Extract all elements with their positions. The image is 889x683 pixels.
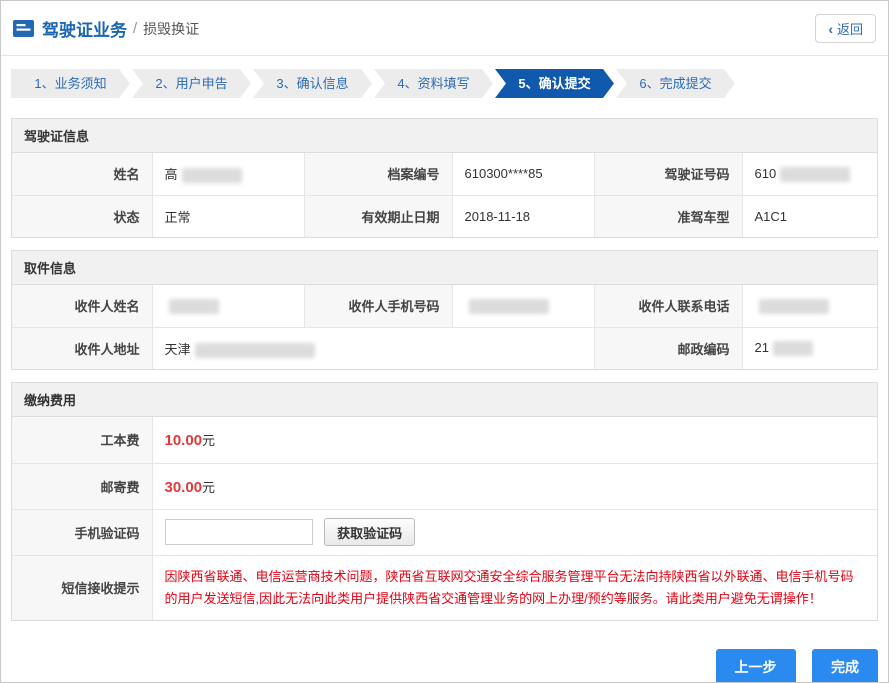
license-info-table: 姓名 高 档案编号 610300****85 驾驶证号码 610 状态 正常 有… xyxy=(12,153,877,237)
fees-table: 工本费 10.00元 邮寄费 30.00元 手机验证码 获取验证码 短信接收提 xyxy=(12,417,877,620)
back-chevron-icon: ‹ xyxy=(828,22,833,36)
fees-section-title: 缴纳费用 xyxy=(12,383,877,417)
address-value: 天津 xyxy=(152,327,594,369)
license-number-label: 驾驶证号码 xyxy=(594,153,742,195)
sms-code-label: 手机验证码 xyxy=(12,509,152,555)
step-4-fill-data[interactable]: 4、资料填写 xyxy=(374,69,493,98)
address-label: 收件人地址 xyxy=(12,327,152,369)
pickup-section-title: 取件信息 xyxy=(12,251,877,285)
table-row: 姓名 高 档案编号 610300****85 驾驶证号码 610 xyxy=(12,153,877,195)
table-row: 收件人地址 天津 邮政编码 21 xyxy=(12,327,877,369)
table-row: 收件人姓名 收件人手机号码 收件人联系电话 xyxy=(12,285,877,327)
finish-button[interactable]: 完成 xyxy=(812,649,878,683)
table-row: 短信接收提示 因陕西省联通、电信运营商技术问题，陕西省互联网交通安全综合服务管理… xyxy=(12,555,877,620)
back-button-label: 返回 xyxy=(837,19,863,38)
table-row: 状态 正常 有效期止日期 2018-11-18 准驾车型 A1C1 xyxy=(12,195,877,237)
sms-code-cell: 获取验证码 xyxy=(152,509,877,555)
previous-step-button[interactable]: 上一步 xyxy=(716,649,796,683)
recipient-name-value xyxy=(152,285,304,327)
step-3-confirm-info[interactable]: 3、确认信息 xyxy=(253,69,372,98)
postage-fee-label: 邮寄费 xyxy=(12,463,152,509)
page: 驾驶证业务 / 损毁换证 ‹ 返回 1、业务须知 2、用户申告 3、确认信息 4… xyxy=(0,0,889,683)
status-value: 正常 xyxy=(152,195,304,237)
redacted-blur xyxy=(195,343,315,358)
fees-section: 缴纳费用 工本费 10.00元 邮寄费 30.00元 手机验证码 获取验证码 xyxy=(11,382,878,621)
step-5-confirm-submit[interactable]: 5、确认提交 xyxy=(495,69,614,98)
breadcrumb-separator: / xyxy=(133,20,137,37)
breadcrumb-current: 损毁换证 xyxy=(143,19,199,39)
postcode-label: 邮政编码 xyxy=(594,327,742,369)
footer-actions: 上一步 完成 xyxy=(11,649,878,683)
recipient-name-label: 收件人姓名 xyxy=(12,285,152,327)
redacted-blur xyxy=(182,168,242,183)
step-navigation: 1、业务须知 2、用户申告 3、确认信息 4、资料填写 5、确认提交 6、完成提… xyxy=(11,69,878,98)
get-sms-code-button[interactable]: 获取验证码 xyxy=(324,518,415,546)
currency-unit: 元 xyxy=(202,433,215,448)
step-6-complete-submit[interactable]: 6、完成提交 xyxy=(616,69,735,98)
back-button[interactable]: ‹ 返回 xyxy=(815,14,876,43)
name-label: 姓名 xyxy=(12,153,152,195)
name-value: 高 xyxy=(152,153,304,195)
step-2-user-declaration[interactable]: 2、用户申告 xyxy=(132,69,251,98)
pickup-info-section: 取件信息 收件人姓名 收件人手机号码 收件人联系电话 收件人地址 天津 邮政编码… xyxy=(11,250,878,370)
sms-tip-label: 短信接收提示 xyxy=(12,555,152,620)
currency-unit: 元 xyxy=(202,480,215,495)
recipient-phone-value xyxy=(742,285,877,327)
step-1-business-notice[interactable]: 1、业务须知 xyxy=(11,69,130,98)
sms-tip-text: 因陕西省联通、电信运营商技术问题，陕西省互联网交通安全综合服务管理平台无法向持陕… xyxy=(165,556,865,620)
redacted-blur xyxy=(780,167,850,182)
production-fee-amount: 10.00 xyxy=(165,432,203,449)
recipient-mobile-label: 收件人手机号码 xyxy=(304,285,452,327)
table-row: 工本费 10.00元 xyxy=(12,417,877,463)
postage-fee-value: 30.00元 xyxy=(152,463,877,509)
recipient-phone-label: 收件人联系电话 xyxy=(594,285,742,327)
pickup-info-table: 收件人姓名 收件人手机号码 收件人联系电话 收件人地址 天津 邮政编码 21 xyxy=(12,285,877,369)
redacted-blur xyxy=(169,299,219,314)
license-business-icon xyxy=(13,20,34,37)
table-row: 手机验证码 获取验证码 xyxy=(12,509,877,555)
redacted-blur xyxy=(759,299,829,314)
redacted-blur xyxy=(773,341,813,356)
redacted-blur xyxy=(469,299,549,314)
page-title: 驾驶证业务 xyxy=(42,16,127,41)
recipient-mobile-value xyxy=(452,285,594,327)
license-section-title: 驾驶证信息 xyxy=(12,119,877,153)
file-number-label: 档案编号 xyxy=(304,153,452,195)
production-fee-label: 工本费 xyxy=(12,417,152,463)
header: 驾驶证业务 / 损毁换证 ‹ 返回 xyxy=(1,1,888,56)
production-fee-value: 10.00元 xyxy=(152,417,877,463)
sms-code-input[interactable] xyxy=(165,519,313,545)
expiry-date-label: 有效期止日期 xyxy=(304,195,452,237)
postage-fee-amount: 30.00 xyxy=(165,479,203,496)
license-info-section: 驾驶证信息 姓名 高 档案编号 610300****85 驾驶证号码 610 状… xyxy=(11,118,878,238)
expiry-date-value: 2018-11-18 xyxy=(452,195,594,237)
vehicle-class-label: 准驾车型 xyxy=(594,195,742,237)
vehicle-class-value: A1C1 xyxy=(742,195,877,237)
license-number-value: 610 xyxy=(742,153,877,195)
table-row: 邮寄费 30.00元 xyxy=(12,463,877,509)
file-number-value: 610300****85 xyxy=(452,153,594,195)
postcode-value: 21 xyxy=(742,327,877,369)
sms-tip-cell: 因陕西省联通、电信运营商技术问题，陕西省互联网交通安全综合服务管理平台无法向持陕… xyxy=(152,555,877,620)
status-label: 状态 xyxy=(12,195,152,237)
